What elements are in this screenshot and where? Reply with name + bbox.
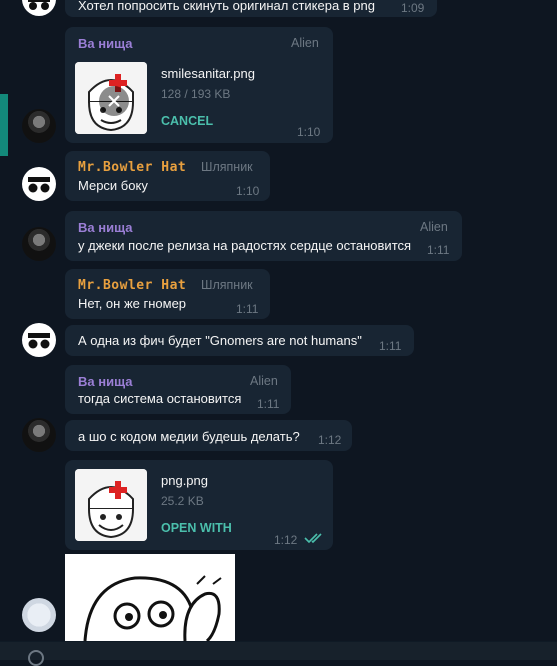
chat-history[interactable]: Хотел попросить скинуть оригинал стикера… <box>0 0 557 641</box>
sender-tag: Alien <box>291 36 319 50</box>
message-time: 1:09 <box>401 1 425 15</box>
message-text: А одна из фич будет "Gnomers are not hum… <box>78 333 362 348</box>
message-text: Нет, он же гномер <box>78 296 187 311</box>
message-time: 1:11 <box>427 243 450 257</box>
sender-name[interactable]: Mr.Bowler Hat <box>78 278 186 293</box>
avatar-alien[interactable] <box>22 227 56 261</box>
message-bubble[interactable]: Ва нища Alien тогда система остановится … <box>65 365 291 414</box>
cancel-download-icon[interactable] <box>99 86 129 116</box>
file-message-bubble[interactable]: Ва нища Alien smilesanitar.png 128 / 193… <box>65 27 333 143</box>
message-time: 1:10 <box>236 184 260 198</box>
sender-name[interactable]: Mr.Bowler Hat <box>78 160 186 175</box>
sticker-image[interactable] <box>65 554 235 641</box>
avatar-bowler-hat[interactable] <box>22 167 56 201</box>
avatar-ghost[interactable] <box>22 598 56 632</box>
avatar-alien[interactable] <box>22 418 56 452</box>
file-message-bubble[interactable]: png.png 25.2 KB OPEN WITH 1:12 <box>65 460 333 550</box>
message-text: у джеки после релиза на радостях сердце … <box>78 238 412 253</box>
message-time: 1:11 <box>236 302 259 316</box>
message-bubble[interactable]: Mr.Bowler Hat Шляпник Мерси боку 1:10 <box>65 151 270 201</box>
file-name: png.png <box>161 473 208 488</box>
sender-name[interactable]: Ва нища <box>78 36 132 51</box>
cancel-button[interactable]: CANCEL <box>161 114 213 128</box>
message-time: 1:12 <box>318 433 342 447</box>
sender-tag: Alien <box>250 374 278 388</box>
message-bubble[interactable]: Ва нища Alien у джеки после релиза на ра… <box>65 211 462 261</box>
message-text: Хотел попросить скинуть оригинал стикера… <box>78 0 376 13</box>
sender-tag: Шляпник <box>201 278 253 292</box>
message-bubble[interactable]: а шо с кодом медии будешь делать? 1:12 <box>65 420 352 451</box>
file-size: 128 / 193 KB <box>161 87 231 101</box>
avatar-alien[interactable] <box>22 109 56 143</box>
file-thumbnail[interactable] <box>75 469 147 541</box>
message-text: Мерси боку <box>78 178 148 193</box>
sender-name[interactable]: Ва нища <box>78 374 132 389</box>
message-text: тогда система остановится <box>78 391 242 406</box>
message-input-bar[interactable] <box>0 641 557 666</box>
file-name: smilesanitar.png <box>161 66 255 81</box>
message-text: а шо с кодом медии будешь делать? <box>78 429 300 444</box>
message-time: 1:11 <box>257 397 280 411</box>
avatar-bowler-hat[interactable] <box>22 0 56 16</box>
sender-tag: Шляпник <box>201 160 253 174</box>
file-thumbnail[interactable] <box>75 62 147 134</box>
message-bubble[interactable]: Хотел попросить скинуть оригинал стикера… <box>65 0 437 17</box>
double-check-icon <box>304 531 326 550</box>
open-with-button[interactable]: OPEN WITH <box>161 521 232 535</box>
sender-tag: Alien <box>420 220 448 234</box>
message-time: 1:12 <box>274 533 298 547</box>
file-size: 25.2 KB <box>161 494 204 508</box>
avatar-bowler-hat[interactable] <box>22 323 56 357</box>
message-bubble[interactable]: А одна из фич будет "Gnomers are not hum… <box>65 325 414 356</box>
selection-indicator <box>0 94 8 156</box>
message-time: 1:10 <box>297 125 321 139</box>
message-time: 1:11 <box>379 339 402 353</box>
sender-name[interactable]: Ва нища <box>78 220 132 235</box>
message-bubble[interactable]: Mr.Bowler Hat Шляпник Нет, он же гномер … <box>65 269 270 319</box>
attach-icon[interactable] <box>28 650 44 666</box>
